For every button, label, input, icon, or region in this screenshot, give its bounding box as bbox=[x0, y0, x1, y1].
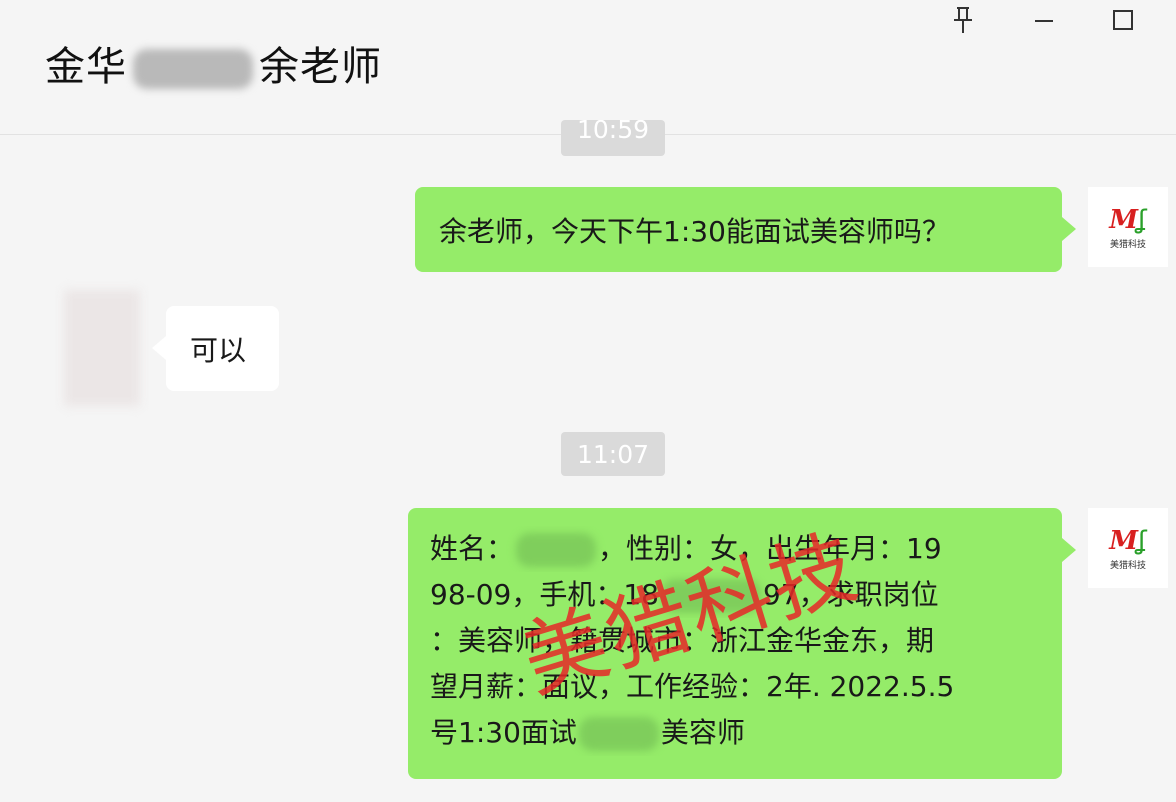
resume-line-4: 望月薪：面议，工作经验：2年. 2022.5.5 bbox=[430, 670, 955, 703]
chat-title-prefix: 金华 bbox=[45, 44, 127, 90]
redacted-name bbox=[516, 533, 597, 567]
timestamp-top: 10:59 bbox=[561, 120, 665, 156]
pin-icon bbox=[954, 7, 972, 33]
chat-header: 金华 余老师 bbox=[0, 0, 1176, 135]
message-text: 余老师，今天下午1:30能面试美容师吗？ bbox=[439, 214, 950, 248]
message-text: 可以 bbox=[190, 333, 247, 367]
chat-title-suffix: 余老师 bbox=[259, 44, 382, 90]
pin-button[interactable] bbox=[943, 2, 983, 38]
timestamp-middle: 11:07 bbox=[561, 432, 665, 476]
resume-line-5: 号1:30面试 美容师 bbox=[430, 710, 1044, 756]
maximize-button[interactable] bbox=[1103, 2, 1143, 38]
my-avatar[interactable]: Mʆ 美猎科技 bbox=[1088, 508, 1168, 588]
my-avatar[interactable]: Mʆ 美猎科技 bbox=[1088, 187, 1168, 267]
redacted-store bbox=[578, 717, 659, 751]
timestamp-top-text: 10:59 bbox=[576, 120, 650, 144]
timestamp-middle-text: 11:07 bbox=[576, 439, 650, 469]
brand-logo-icon: Mʆ bbox=[1109, 204, 1147, 235]
brand-logo-caption: 美猎科技 bbox=[1109, 560, 1146, 571]
message-bubble-sent[interactable]: 余老师，今天下午1:30能面试美容师吗？ bbox=[415, 187, 1076, 272]
minimize-button[interactable] bbox=[1024, 2, 1064, 38]
resume-text: 美容师 bbox=[660, 716, 745, 749]
chat-window: 金华 余老师 10:59 余老师，今天下午1:30能面试美容师吗？ Mʆ 美猎科技… bbox=[0, 0, 1176, 802]
maximize-icon bbox=[1113, 10, 1133, 30]
chat-title: 金华 余老师 bbox=[45, 34, 382, 92]
brand-logo-caption: 美猎科技 bbox=[1109, 239, 1146, 250]
redacted-name bbox=[133, 49, 253, 89]
message-bubble-received[interactable]: 可以 bbox=[152, 306, 279, 391]
minimize-icon bbox=[1035, 20, 1053, 22]
brand-logo-icon: Mʆ bbox=[1109, 525, 1147, 556]
resume-text: 号1:30面试 bbox=[430, 716, 577, 749]
contact-avatar[interactable] bbox=[64, 290, 140, 406]
resume-text: 姓名： bbox=[430, 532, 515, 565]
